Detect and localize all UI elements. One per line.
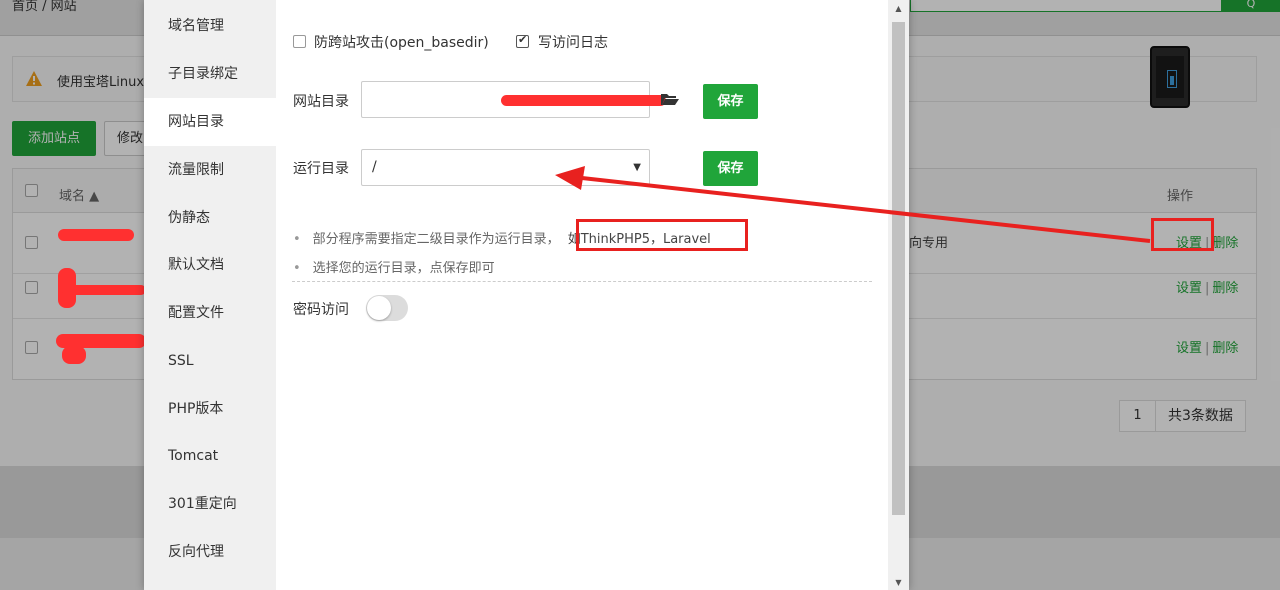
divider [292,281,872,282]
tip-text: 部分程序需要指定二级目录作为运行目录， [312,232,560,247]
site-dir-label: 网站目录 [293,94,349,110]
scroll-up-icon[interactable]: ▲ [888,4,909,18]
dropdown-caret-icon: ▼ [633,162,641,173]
save-site-dir-button[interactable]: 保存 [703,84,758,119]
site-settings-dialog: 域名管理 子目录绑定 网站目录 流量限制 伪静态 默认文档 配置文件 SSL P… [144,0,909,590]
redaction-scribble [62,285,146,295]
password-access-toggle[interactable] [366,295,408,321]
bullet: • [293,261,301,276]
menu-item-subdirectory-binding[interactable]: 子目录绑定 [144,50,276,98]
menu-item-tomcat[interactable]: Tomcat [144,432,276,480]
password-access-label: 密码访问 [293,302,349,318]
annotation-box-highlight [576,219,748,251]
menu-item-traffic-limit[interactable]: 流量限制 [144,146,276,194]
menu-item-site-directory[interactable]: 网站目录 [144,98,276,146]
site-directory-panel: 防跨站攻击(open_basedir) 写访问日志 网站目录 保存 运行目录 /… [276,0,888,590]
menu-item-default-document[interactable]: 默认文档 [144,241,276,289]
run-dir-value: / [372,159,377,175]
menu-item-301-redirect[interactable]: 301重定向 [144,480,276,528]
menu-item-php-version[interactable]: PHP版本 [144,385,276,433]
redaction-scribble [62,346,86,364]
save-run-dir-button[interactable]: 保存 [703,151,758,186]
settings-side-menu: 域名管理 子目录绑定 网站目录 流量限制 伪静态 默认文档 配置文件 SSL P… [144,0,276,590]
redaction-scribble [501,95,666,106]
redaction-scribble [58,229,134,241]
menu-item-rewrite[interactable]: 伪静态 [144,194,276,242]
menu-item-ssl[interactable]: SSL [144,337,276,385]
bullet: • [293,232,301,247]
scrollbar-thumb[interactable] [892,22,905,515]
toggle-knob [367,296,391,320]
run-dir-select[interactable]: / ▼ [361,149,650,186]
open-basedir-checkbox[interactable] [293,35,306,48]
menu-item-reverse-proxy[interactable]: 反向代理 [144,528,276,576]
folder-icon[interactable] [661,92,679,106]
run-dir-label: 运行目录 [293,161,349,177]
dialog-scrollbar[interactable]: ▲ ▼ [888,0,909,590]
menu-item-config-file[interactable]: 配置文件 [144,289,276,337]
access-log-label[interactable]: 写访问日志 [538,32,608,52]
annotation-box-settings [1151,218,1214,251]
scroll-down-icon[interactable]: ▼ [888,578,909,590]
menu-item-domain-management[interactable]: 域名管理 [144,2,276,50]
open-basedir-label[interactable]: 防跨站攻击(open_basedir) [314,32,489,52]
tip-item: • 选择您的运行目录，点保存即可 [293,257,495,276]
access-log-checkbox[interactable] [516,33,529,48]
tip-text: 选择您的运行目录，点保存即可 [312,261,495,276]
